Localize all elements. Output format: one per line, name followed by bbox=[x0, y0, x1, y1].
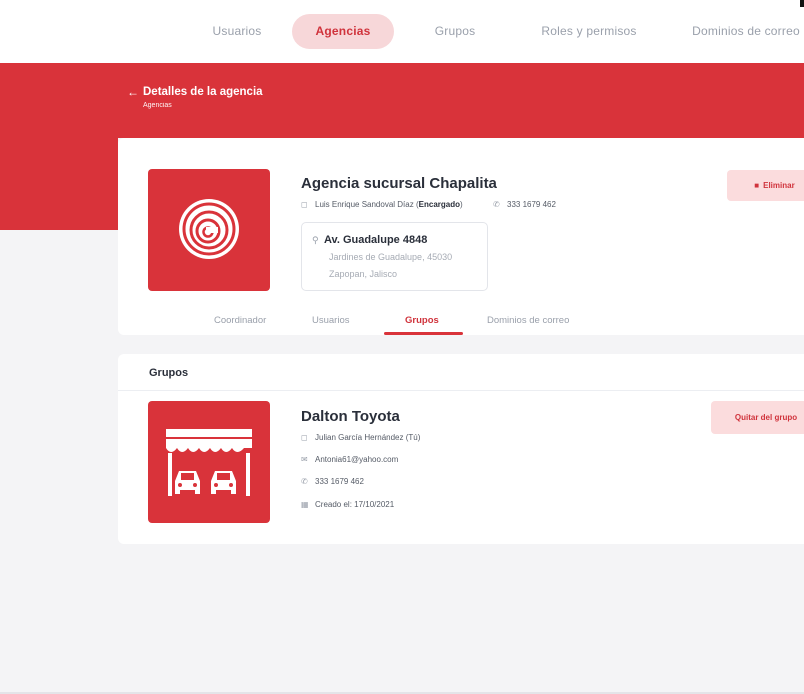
agency-phone-number: 333 1679 462 bbox=[507, 200, 556, 209]
tab-agencias[interactable]: Agencias bbox=[292, 14, 394, 49]
tab-usuarios[interactable]: Usuarios bbox=[196, 14, 278, 49]
user-icon: ◻ bbox=[301, 200, 308, 209]
group-owner-text: Julian García Hernández (Tú) bbox=[315, 433, 421, 442]
envelope-icon: ✉ bbox=[301, 455, 308, 464]
divider bbox=[118, 390, 804, 391]
agency-manager: ◻ Luis Enrique Sandoval Díaz (Encargado) bbox=[301, 200, 463, 209]
corner-mark bbox=[800, 0, 804, 7]
group-name: Dalton Toyota bbox=[301, 408, 400, 425]
group-created-text: Creado el: 17/10/2021 bbox=[315, 500, 395, 509]
address-line-3: Zapopan, Jalisco bbox=[329, 269, 398, 279]
phone-icon: ✆ bbox=[301, 477, 308, 486]
subtab-usuarios[interactable]: Usuarios bbox=[312, 315, 350, 326]
tab-dominios-de-correo[interactable]: Dominios de correo bbox=[676, 14, 804, 49]
active-subtab-indicator bbox=[384, 332, 463, 335]
trash-icon: ■ bbox=[754, 181, 760, 190]
address-box: ⚲ Av. Guadalupe 4848 Jardines de Guadalup… bbox=[301, 222, 488, 291]
group-email: ✉ Antonia61@yahoo.com bbox=[301, 455, 398, 464]
phone-icon: ✆ bbox=[493, 200, 500, 209]
breadcrumb: Agencias bbox=[143, 102, 172, 109]
agency-card: Agencia sucursal Chapalita ◻ Luis Enrique… bbox=[118, 138, 804, 335]
address-line-2: Jardines de Guadalupe, 45030 bbox=[329, 252, 453, 262]
agency-name: Agencia sucursal Chapalita bbox=[301, 175, 497, 192]
header-band bbox=[0, 63, 804, 138]
group-owner: ◻ Julian García Hernández (Tú) bbox=[301, 433, 420, 442]
top-navigation: Usuarios Agencias Grupos Roles y permiso… bbox=[0, 0, 804, 63]
dealership-icon bbox=[166, 429, 252, 496]
group-created: ▦ Creado el: 17/10/2021 bbox=[301, 500, 394, 509]
tab-grupos[interactable]: Grupos bbox=[414, 14, 496, 49]
group-email-text: Antonia61@yahoo.com bbox=[315, 455, 399, 464]
arrow-left-icon: ← bbox=[127, 85, 139, 99]
subtab-dominios-de-correo[interactable]: Dominios de correo bbox=[487, 315, 569, 326]
address-street: ⚲ Av. Guadalupe 4848 bbox=[312, 234, 427, 246]
address-street-text: Av. Guadalupe 4848 bbox=[324, 234, 428, 246]
section-title: Grupos bbox=[149, 367, 189, 379]
swirl-logo-icon bbox=[179, 199, 239, 259]
calendar-icon: ▦ bbox=[301, 500, 309, 509]
group-logo bbox=[148, 401, 270, 523]
remove-from-group-button[interactable]: Quitar del grupo bbox=[711, 401, 804, 434]
group-phone-text: 333 1679 462 bbox=[315, 477, 364, 486]
tab-roles-y-permisos[interactable]: Roles y permisos bbox=[524, 14, 654, 49]
manager-paren-close: ) bbox=[459, 200, 463, 209]
header-band-extension bbox=[0, 138, 118, 230]
page-title: Detalles de la agencia bbox=[143, 86, 263, 98]
delete-label: Eliminar bbox=[763, 181, 795, 190]
agency-phone: ✆ 333 1679 462 bbox=[493, 200, 556, 209]
manager-name: Luis Enrique Sandoval Díaz bbox=[315, 200, 414, 209]
groups-card: Grupos Dalton Toyota ◻ Julian García Hern… bbox=[118, 354, 804, 544]
agency-logo bbox=[148, 169, 270, 291]
delete-agency-button[interactable]: ■ Eliminar bbox=[727, 170, 804, 201]
map-pin-icon: ⚲ bbox=[312, 235, 319, 245]
subtab-grupos[interactable]: Grupos bbox=[405, 315, 439, 326]
user-icon: ◻ bbox=[301, 433, 308, 442]
subtab-coordinador[interactable]: Coordinador bbox=[214, 315, 266, 326]
manager-role: Encargado bbox=[418, 200, 460, 209]
group-phone: ✆ 333 1679 462 bbox=[301, 477, 364, 486]
